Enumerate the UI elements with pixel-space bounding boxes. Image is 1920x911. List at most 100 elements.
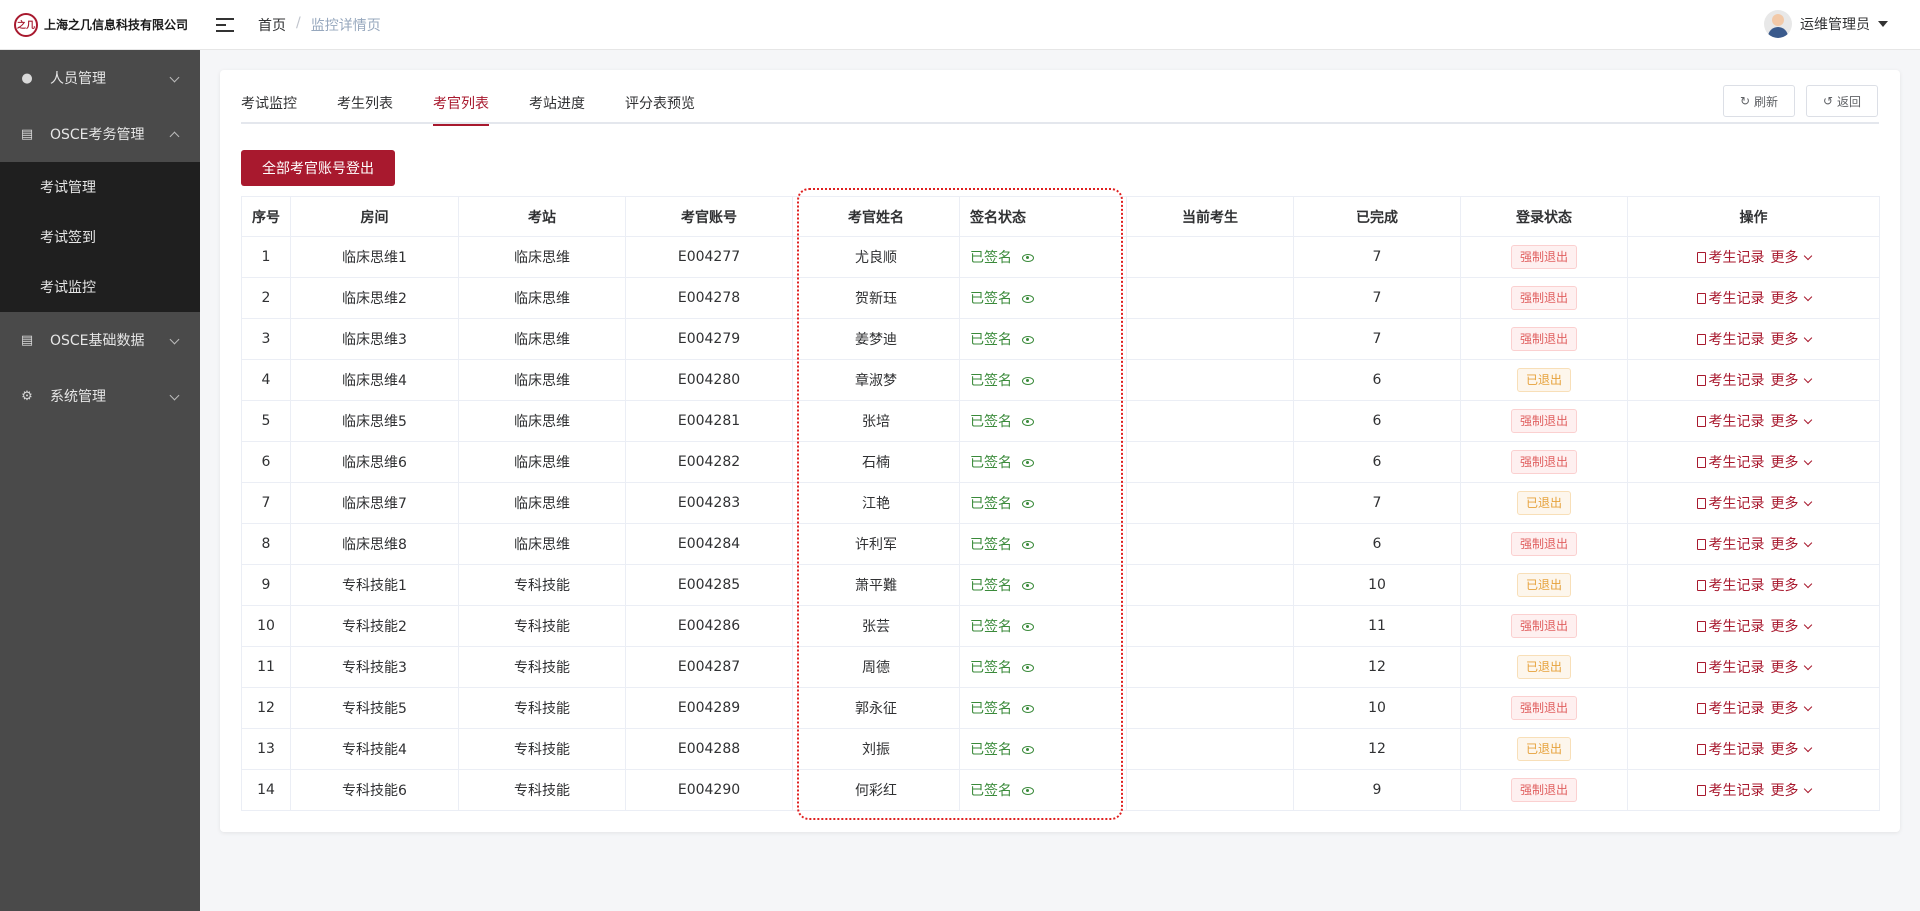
user-menu[interactable]: 运维管理员 — [1764, 10, 1888, 38]
more-dropdown[interactable]: 更多 — [1771, 496, 1812, 512]
login-status-badge[interactable]: 强制退出 — [1510, 696, 1577, 720]
login-status-badge[interactable]: 强制退出 — [1510, 614, 1577, 638]
back-label: 返回 — [1837, 94, 1862, 109]
login-status-badge[interactable]: 强制退出 — [1510, 532, 1577, 556]
login-status-badge[interactable]: 强制退出 — [1510, 327, 1577, 351]
sidebar-item-system[interactable]: ⚙ 系统管理 — [0, 368, 200, 424]
more-dropdown[interactable]: 更多 — [1771, 332, 1812, 348]
login-status-badge[interactable]: 强制退出 — [1510, 409, 1577, 433]
eye-icon[interactable] — [1022, 336, 1034, 344]
eye-icon[interactable] — [1022, 254, 1034, 262]
chevron-down-icon — [169, 390, 180, 401]
eye-icon[interactable] — [1022, 295, 1034, 303]
more-label: 更多 — [1770, 783, 1799, 799]
tab-score-preview[interactable]: 评分表预览 — [605, 84, 715, 124]
table-row: 11 专科技能3 专科技能 E004287 周德 已签名 12 已退出 考生记录 更多 — [241, 646, 1880, 688]
student-record-link[interactable]: 考生记录 — [1696, 250, 1765, 266]
login-status-badge[interactable]: 已退出 — [1516, 368, 1571, 392]
more-dropdown[interactable]: 更多 — [1771, 455, 1812, 471]
student-record-link[interactable]: 考生记录 — [1696, 414, 1765, 430]
student-record-link[interactable]: 考生记录 — [1696, 373, 1765, 389]
more-dropdown[interactable]: 更多 — [1771, 250, 1812, 266]
more-dropdown[interactable]: 更多 — [1771, 537, 1812, 553]
student-record-link[interactable]: 考生记录 — [1696, 742, 1765, 758]
more-dropdown[interactable]: 更多 — [1771, 619, 1812, 635]
logout-all-examiners-button[interactable]: 全部考官账号登出 — [241, 150, 395, 186]
sign-status: 已签名 — [970, 373, 1012, 389]
eye-icon[interactable] — [1022, 746, 1034, 754]
student-record-label: 考生记录 — [1708, 373, 1765, 389]
login-status-badge[interactable]: 强制退出 — [1510, 245, 1577, 269]
examiner-table: 序号 房间 考站 考官账号 考官姓名 签名状态 当前考生 已完成 登录状态 操作… — [241, 196, 1880, 811]
student-record-link[interactable]: 考生记录 — [1696, 660, 1765, 676]
eye-icon[interactable] — [1022, 377, 1034, 385]
more-dropdown[interactable]: 更多 — [1771, 660, 1812, 676]
cell-name: 张芸 — [792, 605, 960, 647]
avatar[interactable] — [1764, 10, 1792, 38]
more-dropdown[interactable]: 更多 — [1771, 701, 1812, 717]
more-dropdown[interactable]: 更多 — [1771, 373, 1812, 389]
cell-current — [1126, 277, 1294, 319]
main-card: 考试监控 考生列表 考官列表 考站进度 评分表预览 ↻ 刷新 ↺ 返回 全部考官… — [220, 70, 1900, 832]
student-record-link[interactable]: 考生记录 — [1696, 496, 1765, 512]
sidebar-subitem-exam-manage[interactable]: 考试管理 — [0, 162, 200, 212]
eye-icon[interactable] — [1022, 541, 1034, 549]
tab-examiner-list[interactable]: 考官列表 — [413, 84, 509, 126]
menu-toggle-icon[interactable] — [216, 16, 234, 34]
sidebar-item-osce-exam[interactable]: ▤ OSCE考务管理 — [0, 106, 200, 162]
more-dropdown[interactable]: 更多 — [1771, 414, 1812, 430]
eye-icon[interactable] — [1022, 705, 1034, 713]
eye-icon[interactable] — [1022, 582, 1034, 590]
user-name[interactable]: 运维管理员 — [1800, 14, 1870, 34]
tab-student-list[interactable]: 考生列表 — [317, 84, 413, 124]
cell-login: 已退出 — [1460, 359, 1628, 401]
sidebar-subitem-exam-monitor[interactable]: 考试监控 — [0, 262, 200, 312]
cell-current — [1126, 646, 1294, 688]
refresh-button[interactable]: ↻ 刷新 — [1723, 85, 1795, 117]
more-dropdown[interactable]: 更多 — [1771, 291, 1812, 307]
more-dropdown[interactable]: 更多 — [1770, 783, 1812, 799]
eye-icon[interactable] — [1022, 418, 1034, 426]
student-record-link[interactable]: 考生记录 — [1696, 578, 1765, 594]
eye-icon[interactable] — [1022, 500, 1034, 508]
cell-login: 强制退出 — [1460, 277, 1628, 319]
student-record-link[interactable]: 考生记录 — [1696, 455, 1765, 471]
login-status-badge[interactable]: 强制退出 — [1510, 286, 1577, 310]
student-record-link[interactable]: 考生记录 — [1696, 291, 1765, 307]
eye-icon[interactable] — [1022, 787, 1034, 795]
more-dropdown[interactable]: 更多 — [1771, 578, 1812, 594]
student-record-link[interactable]: 考生记录 — [1696, 537, 1765, 553]
chevron-down-icon — [1803, 497, 1812, 507]
eye-icon[interactable] — [1022, 664, 1034, 672]
document-icon: ▤ — [20, 126, 34, 142]
student-record-link[interactable]: 考生记录 — [1696, 701, 1765, 717]
login-status-badge[interactable]: 已退出 — [1516, 737, 1571, 761]
student-record-link[interactable]: 考生记录 — [1696, 619, 1765, 635]
chevron-down-icon — [1803, 415, 1812, 425]
refresh-icon: ↻ — [1739, 94, 1751, 108]
login-status-badge[interactable]: 已退出 — [1516, 573, 1571, 597]
table-row: 2 临床思维2 临床思维 E004278 贺新珏 已签名 7 强制退出 考生记录 更多 — [241, 277, 1880, 319]
breadcrumb-home[interactable]: 首页 — [258, 15, 286, 35]
back-button[interactable]: ↺ 返回 — [1806, 85, 1878, 117]
caret-down-icon[interactable] — [1878, 21, 1888, 27]
student-record-link[interactable]: 考生记录 — [1696, 332, 1765, 348]
sidebar-item-osce-data[interactable]: ▤ OSCE基础数据 — [0, 312, 200, 368]
more-dropdown[interactable]: 更多 — [1771, 742, 1812, 758]
cell-station: 临床思维 — [458, 523, 626, 565]
sidebar-item-personnel[interactable]: ● 人员管理 — [0, 50, 200, 106]
login-status-badge[interactable]: 强制退出 — [1510, 450, 1577, 474]
login-status-badge[interactable]: 强制退出 — [1510, 778, 1577, 802]
company-logo[interactable]: 之几 上海之几信息科技有限公司 — [0, 0, 200, 50]
cell-sign: 已签名 — [959, 482, 1127, 524]
login-status-badge[interactable]: 已退出 — [1516, 655, 1571, 679]
eye-icon[interactable] — [1022, 459, 1034, 467]
cell-station: 专科技能 — [458, 564, 626, 606]
student-record-link[interactable]: 考生记录 — [1696, 783, 1765, 799]
cell-done: 7 — [1293, 318, 1461, 360]
eye-icon[interactable] — [1022, 623, 1034, 631]
login-status-badge[interactable]: 已退出 — [1516, 491, 1571, 515]
tab-exam-monitor[interactable]: 考试监控 — [241, 84, 317, 124]
sidebar-subitem-exam-signin[interactable]: 考试签到 — [0, 212, 200, 262]
tab-station-progress[interactable]: 考站进度 — [509, 84, 605, 124]
